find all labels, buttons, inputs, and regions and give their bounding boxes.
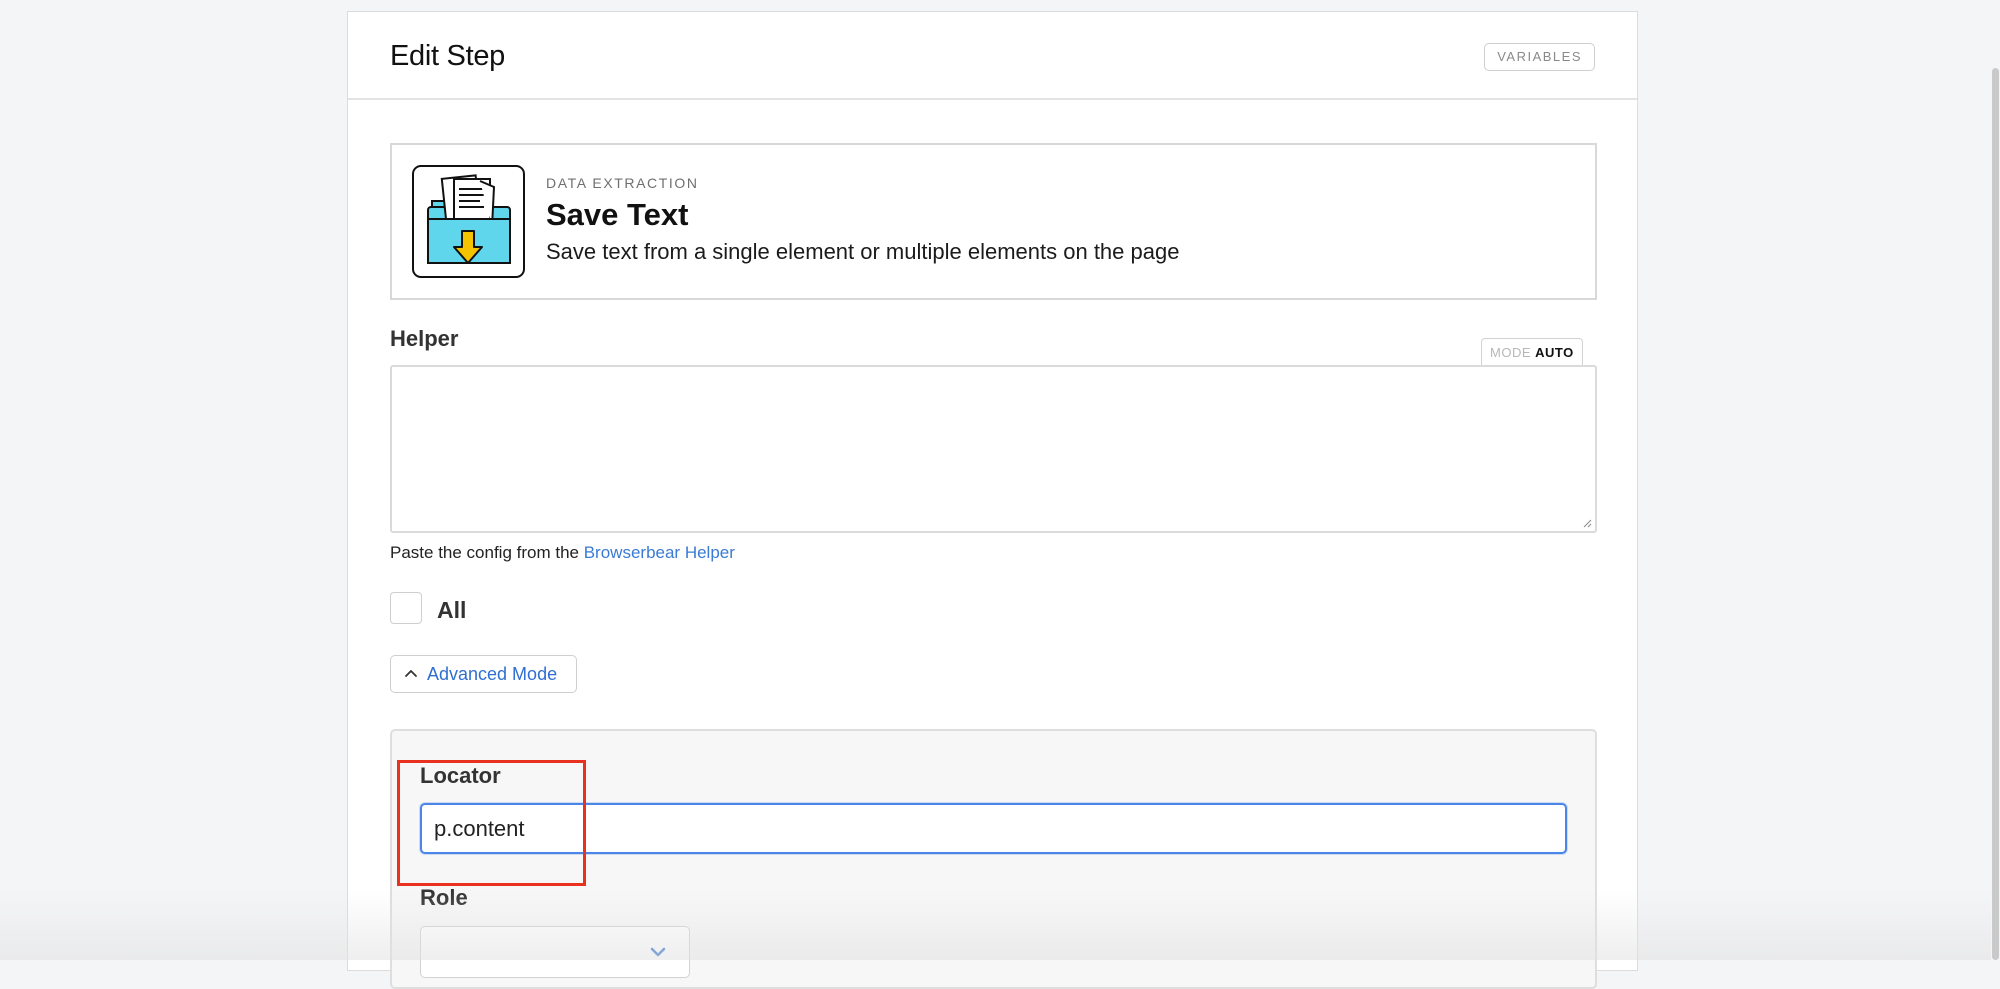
action-card[interactable]: DATA EXTRACTION Save Text Save text from… xyxy=(390,143,1597,300)
page-title: Edit Step xyxy=(390,40,505,73)
mode-label: MODE xyxy=(1490,345,1531,360)
edit-step-panel: Edit Step VARIABLES DATA EXTRACTION Save… xyxy=(347,11,1638,971)
helper-hint: Paste the config from the Browserbear He… xyxy=(390,543,735,563)
scrollbar[interactable] xyxy=(1991,0,2000,960)
all-checkbox[interactable] xyxy=(390,592,422,624)
resize-handle-icon[interactable] xyxy=(1582,518,1592,528)
all-checkbox-label: All xyxy=(437,597,466,624)
chevron-down-icon xyxy=(649,943,667,961)
chevron-up-icon xyxy=(404,666,418,680)
action-category: DATA EXTRACTION xyxy=(546,175,699,191)
mode-value: AUTO xyxy=(1535,345,1574,360)
mode-toggle[interactable]: MODE AUTO xyxy=(1481,338,1583,366)
helper-label: Helper xyxy=(390,326,458,352)
role-label: Role xyxy=(420,885,468,911)
panel-header: Edit Step VARIABLES xyxy=(348,12,1637,100)
action-title: Save Text xyxy=(546,197,688,233)
helper-textarea[interactable] xyxy=(390,365,1597,533)
advanced-mode-label: Advanced Mode xyxy=(427,664,557,685)
scrollbar-thumb[interactable] xyxy=(1992,68,1999,960)
folder-download-icon xyxy=(412,165,525,278)
locator-label: Locator xyxy=(420,763,501,789)
variables-button[interactable]: VARIABLES xyxy=(1484,43,1595,71)
advanced-mode-button[interactable]: Advanced Mode xyxy=(390,655,577,693)
locator-input[interactable] xyxy=(420,803,1567,854)
browserbear-helper-link[interactable]: Browserbear Helper xyxy=(584,543,735,562)
helper-hint-text: Paste the config from the xyxy=(390,543,584,562)
folder-download-icon-graphic xyxy=(414,167,523,276)
role-select[interactable] xyxy=(420,926,690,978)
advanced-panel: Locator Role xyxy=(390,729,1597,989)
action-description: Save text from a single element or multi… xyxy=(546,239,1179,265)
